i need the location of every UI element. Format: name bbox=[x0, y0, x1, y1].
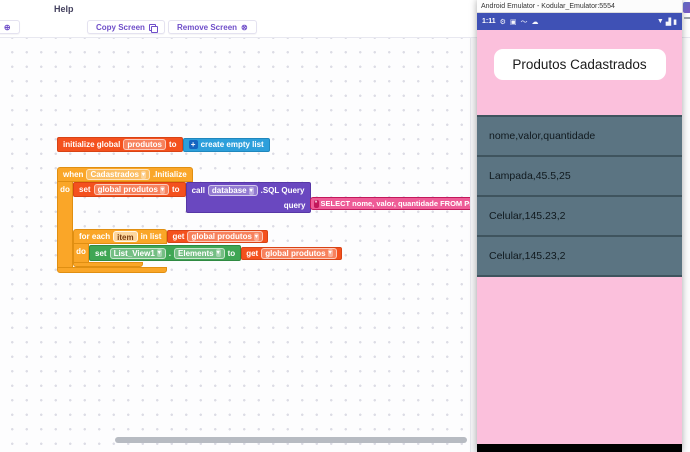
app-title-button[interactable]: Produtos Cadastrados bbox=[494, 49, 666, 80]
get-produtos-block[interactable]: get global produtos ▾ bbox=[167, 230, 267, 243]
remove-screen-button[interactable]: Remove Screen ⊗ bbox=[168, 20, 257, 34]
variable-name: global produtos bbox=[191, 231, 251, 242]
variable-dropdown[interactable]: global produtos ▾ bbox=[94, 184, 169, 195]
when-label: when bbox=[63, 170, 83, 179]
sql-query-call-block[interactable]: call database ▾ .SQL Query query bbox=[186, 182, 311, 213]
get-label: get bbox=[172, 232, 184, 241]
sim-icon: ▣ bbox=[510, 18, 517, 26]
get-label: get bbox=[246, 249, 258, 258]
query-param-label: query bbox=[284, 201, 306, 210]
foreach-do-spine: do bbox=[73, 244, 89, 262]
variable-dropdown[interactable]: global produtos ▾ bbox=[261, 248, 336, 259]
gear-icon: ⚙ bbox=[500, 18, 506, 26]
list-item[interactable]: Celular,145.23,2 bbox=[477, 237, 682, 277]
variable-name-field[interactable]: produtos bbox=[123, 139, 166, 150]
chevron-down-icon: ▾ bbox=[249, 187, 254, 195]
database-name: database bbox=[212, 185, 247, 196]
event-suffix: .Initialize bbox=[153, 170, 187, 179]
battery-icon: ▮ bbox=[673, 18, 677, 26]
add-screen-button[interactable]: n ⊕ bbox=[0, 20, 20, 34]
list-item[interactable]: Celular,145.23,2 bbox=[477, 197, 682, 237]
app-screen: Produtos Cadastrados nome,valor,quantida… bbox=[477, 30, 682, 444]
chevron-down-icon: ▾ bbox=[328, 249, 333, 257]
foreach-block[interactable]: for each item in list get global produto… bbox=[73, 229, 342, 267]
database-dropdown[interactable]: database ▾ bbox=[208, 185, 258, 196]
blocks-editor-page: Help n ⊕ Copy Screen Remove Screen ⊗ ini… bbox=[0, 0, 690, 452]
list-view: nome,valor,quantidade Lampada,45.5,25 Ce… bbox=[477, 115, 682, 277]
peek-dash bbox=[684, 17, 690, 19]
create-empty-list-label: create empty list bbox=[201, 140, 264, 149]
wifi-icon: ▼ bbox=[657, 18, 664, 25]
chevron-down-icon: ▾ bbox=[254, 233, 259, 241]
initialize-block-body[interactable]: initialize global produtos to bbox=[57, 137, 183, 152]
foreach-label: for each bbox=[79, 232, 110, 241]
do-label: do bbox=[60, 185, 70, 267]
to-label: to bbox=[169, 140, 177, 149]
list-item[interactable]: Lampada,45.5,25 bbox=[477, 157, 682, 197]
open-quote-icon: “ bbox=[314, 200, 319, 208]
signal-icon: ▟ bbox=[666, 18, 671, 26]
when-footer bbox=[57, 267, 167, 273]
statusbar-time: 1:11 bbox=[482, 18, 496, 25]
chevron-down-icon: ▾ bbox=[216, 249, 221, 257]
add-icon: ⊕ bbox=[4, 23, 11, 32]
set-listview-elements-block[interactable]: set List_View1 ▾ . Elements ▾ bbox=[89, 245, 241, 261]
foreach-header[interactable]: for each item in list bbox=[73, 229, 167, 244]
component-dropdown[interactable]: Cadastrados ▾ bbox=[86, 169, 149, 180]
emulator-titlebar[interactable]: Android Emulator - Kodular_Emulator:5554 bbox=[477, 0, 682, 13]
remove-icon: ⊗ bbox=[241, 23, 248, 32]
help-menu[interactable]: Help bbox=[54, 4, 74, 14]
listview-dropdown[interactable]: List_View1 ▾ bbox=[110, 248, 166, 259]
in-list-label: in list bbox=[141, 232, 162, 241]
android-navbar bbox=[477, 444, 682, 452]
variable-name: global produtos bbox=[265, 248, 325, 259]
copy-screen-button[interactable]: Copy Screen bbox=[87, 20, 165, 34]
item-field[interactable]: item bbox=[113, 231, 137, 242]
variable-dropdown[interactable]: global produtos ▾ bbox=[187, 231, 262, 242]
component-name: List_View1 bbox=[114, 248, 155, 259]
dot-label: . bbox=[169, 249, 171, 258]
mutator-icon[interactable]: + bbox=[189, 140, 198, 149]
copy-icon bbox=[149, 24, 156, 31]
chevron-down-icon: ▾ bbox=[157, 249, 162, 257]
cloud-icon: ☁ bbox=[532, 18, 539, 26]
android-emulator-window: Android Emulator - Kodular_Emulator:5554… bbox=[477, 0, 682, 452]
variable-name: produtos bbox=[127, 139, 162, 150]
wave-icon: 〜 bbox=[521, 17, 528, 27]
variable-name: global produtos bbox=[98, 184, 158, 195]
chevron-down-icon: ▾ bbox=[141, 171, 146, 179]
copy-screen-label: Copy Screen bbox=[96, 23, 145, 32]
item-name: item bbox=[117, 233, 133, 242]
set-label: set bbox=[95, 249, 107, 258]
create-empty-list-block[interactable]: + create empty list bbox=[183, 138, 270, 152]
property-name: Elements bbox=[178, 248, 214, 259]
component-name: Cadastrados bbox=[90, 169, 138, 180]
remove-screen-label: Remove Screen bbox=[177, 23, 237, 32]
set-produtos-row: set global produtos ▾ to call da bbox=[73, 182, 342, 213]
to-label: to bbox=[172, 185, 180, 194]
android-statusbar: 1:11 ⚙ ▣ 〜 ☁ ▼ ▟ ▮ bbox=[477, 13, 682, 30]
emulator-window-title: Android Emulator - Kodular_Emulator:5554 bbox=[481, 3, 615, 10]
initialize-global-block[interactable]: initialize global produtos to + create e… bbox=[57, 137, 270, 152]
canvas-vertical-scrollbar[interactable] bbox=[470, 38, 477, 452]
to-label: to bbox=[228, 249, 236, 258]
get-produtos-block[interactable]: get global produtos ▾ bbox=[241, 247, 341, 260]
app-title-label: Produtos Cadastrados bbox=[512, 57, 646, 72]
foreach-footer bbox=[73, 262, 143, 267]
property-dropdown[interactable]: Elements ▾ bbox=[174, 248, 225, 259]
canvas-horizontal-scrollbar[interactable] bbox=[115, 437, 467, 443]
peek-icon bbox=[683, 2, 690, 13]
chevron-down-icon: ▾ bbox=[160, 186, 165, 194]
do-spine: do bbox=[57, 182, 73, 267]
when-header[interactable]: when Cadastrados ▾ .Initialize bbox=[57, 167, 193, 182]
call-label: call bbox=[192, 186, 205, 195]
method-suffix: .SQL Query bbox=[261, 186, 305, 195]
set-variable-block[interactable]: set global produtos ▾ to bbox=[73, 182, 186, 197]
set-label: set bbox=[79, 185, 91, 194]
when-event-block[interactable]: when Cadastrados ▾ .Initialize do set bbox=[57, 167, 342, 273]
list-item[interactable]: nome,valor,quantidade bbox=[477, 117, 682, 157]
initialize-keyword: initialize global bbox=[63, 140, 120, 149]
do-label: do bbox=[76, 247, 86, 262]
